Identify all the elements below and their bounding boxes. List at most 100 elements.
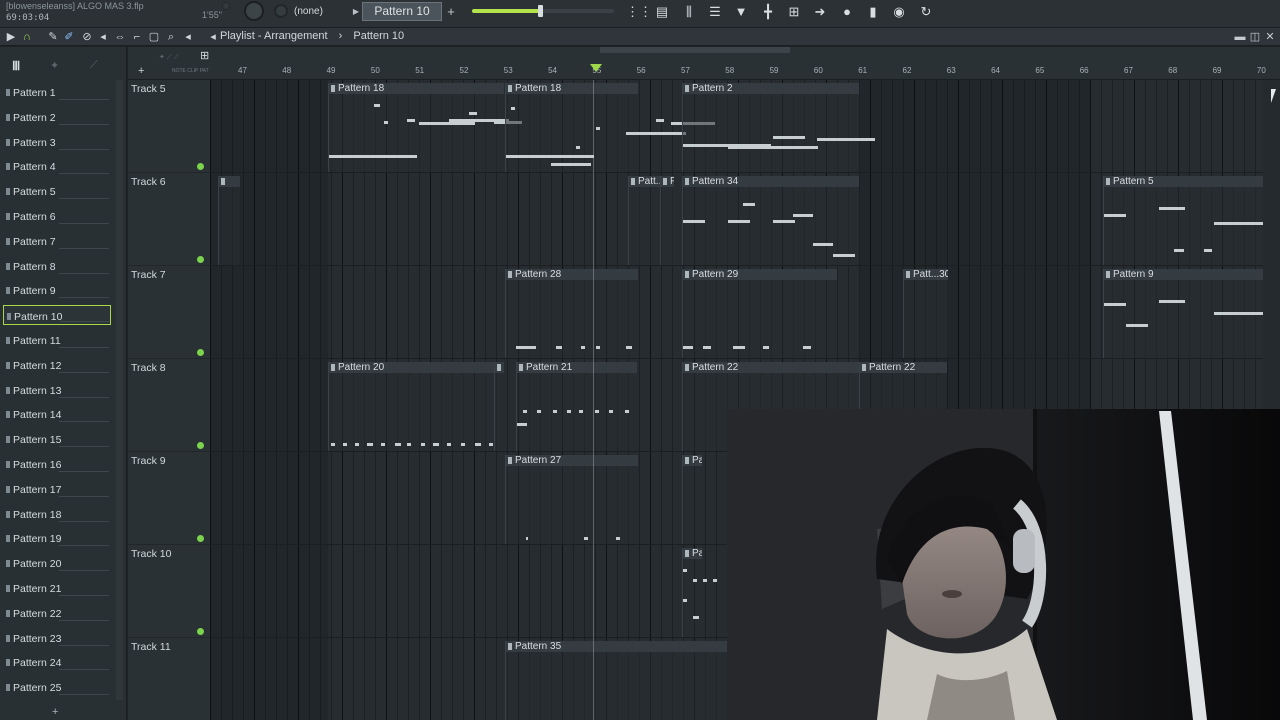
clip-label[interactable]: Pattern 2 xyxy=(683,83,859,94)
browser-icon[interactable]: ▼ xyxy=(731,3,751,21)
clip-label[interactable]: Pattern xyxy=(683,455,702,466)
pattern-picker-item[interactable]: Pattern 25 xyxy=(3,677,111,697)
clip-label[interactable]: Pattern 22 xyxy=(683,362,859,373)
clip-label[interactable]: Pattern 34 xyxy=(683,176,859,187)
track-name[interactable]: Track 10 xyxy=(131,548,171,560)
pattern-clip[interactable]: Pattern 21 xyxy=(516,362,637,451)
pattern-picker-item[interactable]: Pattern 10 xyxy=(3,305,111,326)
pattern-clip[interactable]: Pattern 34 xyxy=(682,176,859,265)
pattern-picker-item[interactable]: Pattern 2 xyxy=(3,107,111,127)
pattern-clip[interactable]: Patt... xyxy=(628,176,660,265)
pattern-picker-item[interactable]: Pattern 16 xyxy=(3,454,111,474)
pattern-clip[interactable]: Pattern 9 xyxy=(1103,269,1263,358)
clip-label[interactable]: Pattern 21 xyxy=(517,362,637,373)
track-enable-led-icon[interactable] xyxy=(197,535,204,542)
maximize-icon[interactable]: ◫ xyxy=(1248,29,1262,45)
undo-icon[interactable]: ↻ xyxy=(916,3,936,21)
slip-tool-icon[interactable]: ⇔ xyxy=(113,29,127,45)
track-name[interactable]: Track 5 xyxy=(131,83,166,95)
pattern-clip[interactable]: Pattern 27 xyxy=(505,455,638,544)
track-name[interactable]: Track 9 xyxy=(131,455,166,467)
plugin-picker-icon[interactable]: ╋ xyxy=(758,3,778,21)
clip-label[interactable]: Pattern 9 xyxy=(1104,269,1263,280)
clip-label[interactable]: Pattern 18 xyxy=(329,83,504,94)
track-name[interactable]: Track 6 xyxy=(131,176,166,188)
select-tool-icon[interactable]: ▢ xyxy=(147,29,161,45)
clip-label[interactable]: Pattern 5 xyxy=(1104,176,1263,187)
pattern-picker-item[interactable]: Pattern 9 xyxy=(3,280,111,300)
clip-label[interactable]: P... xyxy=(661,176,674,187)
arrow-right-icon[interactable]: ➜ xyxy=(810,3,830,21)
timeline-ruler[interactable]: + ✦ ⟋ ⟋ NOTE CLIP PAT ⊞ 47 48 49 50 51 52 53 54… xyxy=(128,47,1280,80)
pattern-clip[interactable]: Pattern 18 xyxy=(505,83,715,172)
pattern-picker-item[interactable]: Pattern 15 xyxy=(3,429,111,449)
pattern-clip[interactable]: Pattern 5 xyxy=(1103,176,1263,265)
piano-roll-icon[interactable]: ⫼ xyxy=(679,3,699,21)
track-name[interactable]: Track 11 xyxy=(131,641,171,653)
pattern-clip[interactable]: Pattern xyxy=(682,548,717,637)
pattern-clip[interactable]: Pattern xyxy=(682,455,702,544)
clip-label[interactable]: Pattern 20 xyxy=(329,362,496,373)
pattern-picker-item[interactable]: Pattern 17 xyxy=(3,479,111,499)
pattern-picker-item[interactable]: Pattern 8 xyxy=(3,256,111,276)
clip-label[interactable]: Pattern 18 xyxy=(506,83,638,94)
close-icon[interactable]: ✕ xyxy=(1263,29,1277,45)
pattern-picker-item[interactable]: Pattern 4 xyxy=(3,156,111,176)
clip-label[interactable]: Pattern 28 xyxy=(506,269,638,280)
track-enable-led-icon[interactable] xyxy=(197,628,204,635)
small-knob-icon[interactable] xyxy=(222,2,230,10)
paint-tool-icon[interactable]: ✐ xyxy=(62,29,76,45)
current-pattern-label[interactable]: Pattern 10 xyxy=(353,30,404,42)
add-track-icon[interactable]: + xyxy=(138,65,144,77)
pattern-picker-item[interactable]: Pattern 22 xyxy=(3,603,111,623)
snap-knob-icon[interactable] xyxy=(274,4,288,18)
draw-tool-icon[interactable]: ✎ xyxy=(46,29,60,45)
pattern-selector[interactable]: Pattern 10 xyxy=(362,2,442,21)
pattern-prev-arrow-icon[interactable]: ▶ xyxy=(350,4,362,20)
mixer-icon[interactable]: ⋮⋮ xyxy=(626,3,652,21)
audio-icon[interactable]: ◉ xyxy=(889,3,909,21)
pattern-picker-item[interactable]: Pattern 24 xyxy=(3,652,111,672)
play-arrow-icon[interactable]: ▶ xyxy=(4,29,18,45)
snap-selector[interactable]: (none) xyxy=(290,4,348,20)
magnet-snap-icon[interactable]: ∩ xyxy=(20,29,34,45)
add-pattern-button[interactable]: + xyxy=(444,3,458,21)
track-header[interactable]: Track 6 xyxy=(128,173,210,266)
pattern-picker-item[interactable]: Pattern 23 xyxy=(3,628,111,648)
mute-tool-icon[interactable]: ◂ xyxy=(96,29,110,45)
picker-tool2-icon[interactable]: ⟋ xyxy=(90,59,98,72)
pattern-picker-item[interactable]: Pattern 13 xyxy=(3,380,111,400)
horizontal-scroll-thumb[interactable] xyxy=(600,47,790,53)
slice-tool-icon[interactable]: ⌐ xyxy=(130,29,144,45)
pattern-picker-item[interactable]: Pattern 20 xyxy=(3,553,111,573)
pattern-picker-item[interactable]: Pattern 6 xyxy=(3,206,111,226)
minimize-icon[interactable]: ▬ xyxy=(1233,29,1247,45)
track-header[interactable]: Track 9 xyxy=(128,452,210,545)
clip-label[interactable]: Patt... xyxy=(629,176,660,187)
zoom-tool-icon[interactable]: ⌕ xyxy=(164,29,178,45)
picker-tool-icon[interactable]: ✦ xyxy=(50,59,59,72)
playback-tool-icon[interactable]: ◂ xyxy=(181,29,195,45)
track-name[interactable]: Track 8 xyxy=(131,362,166,374)
track-enable-led-icon[interactable] xyxy=(197,256,204,263)
pattern-picker-item[interactable]: Pattern 21 xyxy=(3,578,111,598)
touch-keyboard-icon[interactable]: ⊞ xyxy=(784,3,804,21)
pattern-clip[interactable]: Pattern 18 xyxy=(328,83,522,172)
pattern-clip[interactable]: Pattern 20 xyxy=(328,362,496,451)
volume-thumb[interactable] xyxy=(538,5,544,17)
master-volume-slider[interactable] xyxy=(472,5,614,17)
picker-scrollbar[interactable] xyxy=(116,80,123,700)
clip-label[interactable]: Pattern 27 xyxy=(506,455,638,466)
pattern-picker-item[interactable]: Pattern 18 xyxy=(3,504,111,524)
pattern-picker-item[interactable]: Pattern 14 xyxy=(3,404,111,424)
playlist-title[interactable]: Playlist - Arrangement xyxy=(220,30,328,42)
track-header[interactable]: Track 10 xyxy=(128,545,210,638)
playlist-icon[interactable]: ☰ xyxy=(705,3,725,21)
master-pitch-knob[interactable] xyxy=(244,1,264,21)
track-enable-led-icon[interactable] xyxy=(197,442,204,449)
track-header[interactable]: Track 5 xyxy=(128,80,210,173)
clip-label[interactable] xyxy=(219,176,240,187)
track-enable-led-icon[interactable] xyxy=(197,163,204,170)
picker-add-icon[interactable]: + xyxy=(52,706,58,718)
pattern-picker-item[interactable]: Pattern 19 xyxy=(3,528,111,548)
